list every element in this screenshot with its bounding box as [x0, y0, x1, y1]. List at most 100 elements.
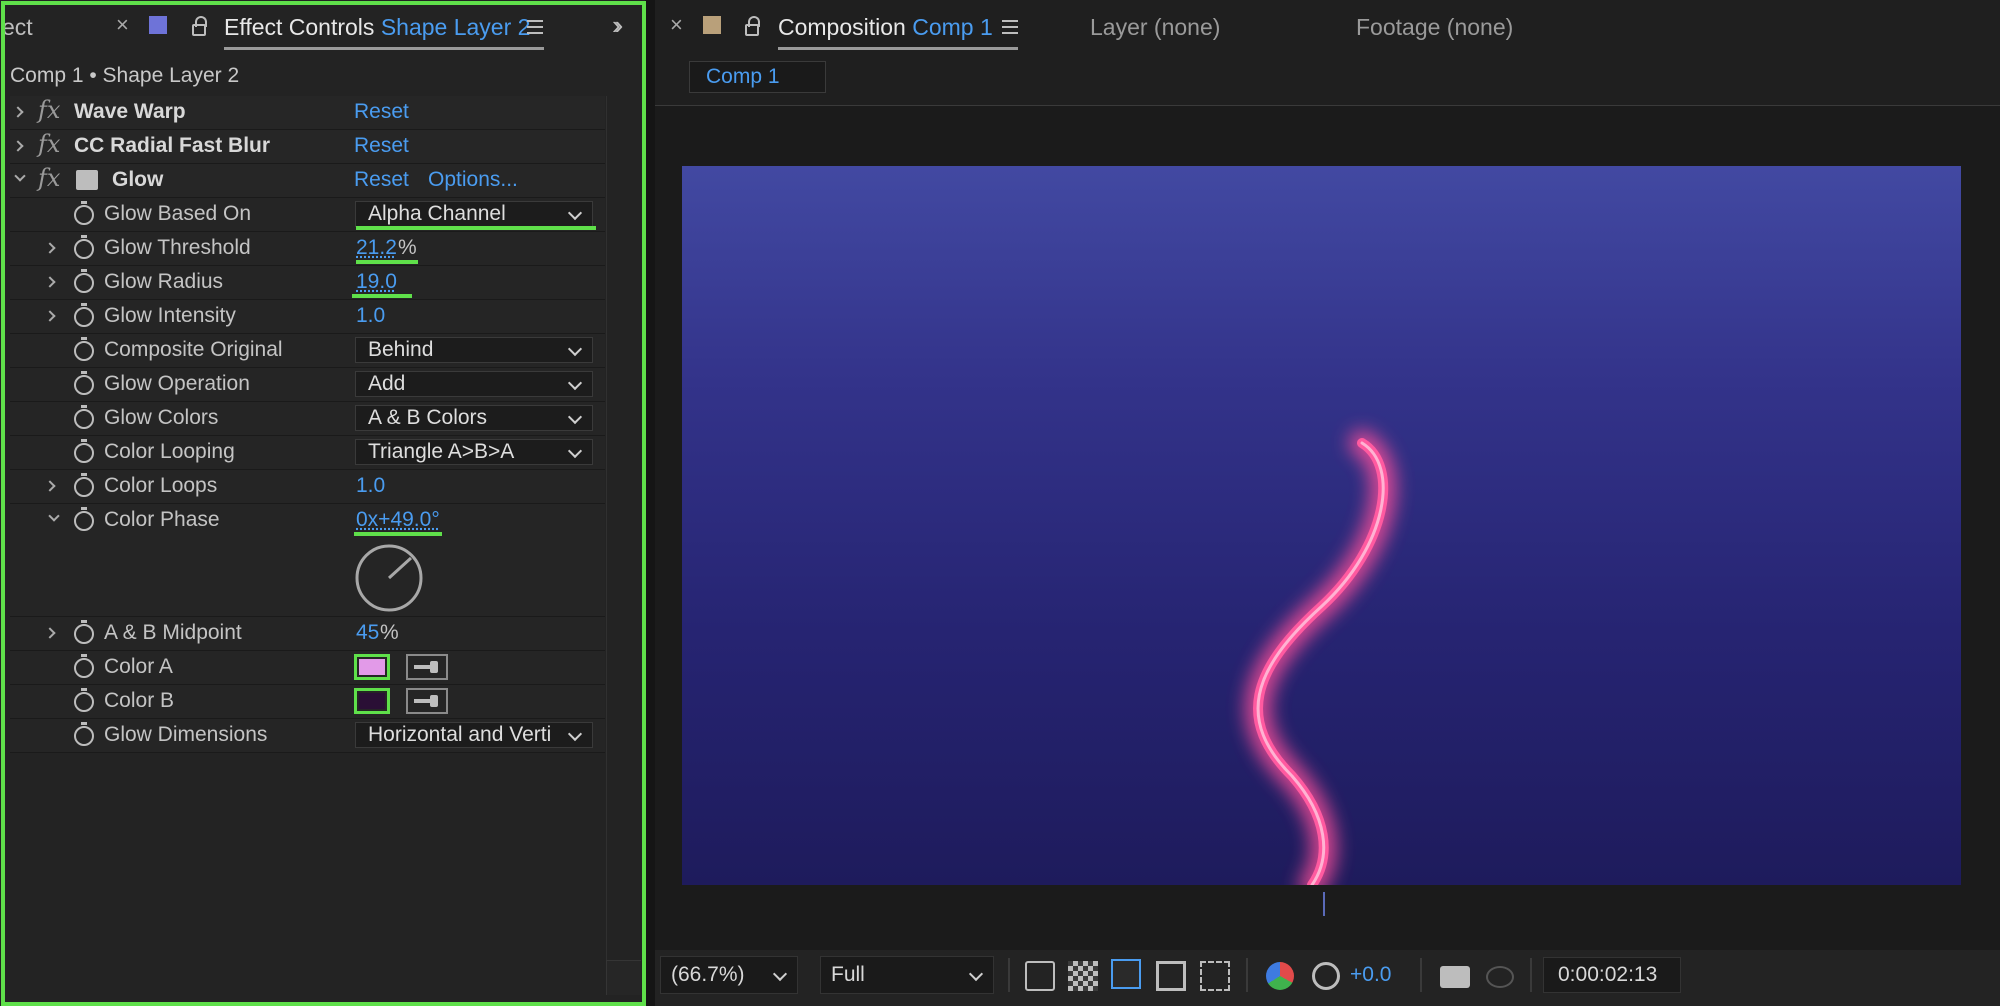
tab-layer-name: Shape Layer 2	[380, 14, 531, 40]
tab-layer[interactable]: Layer (none)	[1090, 14, 1220, 41]
stopwatch-icon[interactable]	[74, 337, 94, 361]
comp-navigator-button[interactable]: Comp 1	[689, 61, 826, 93]
stopwatch-icon[interactable]	[74, 688, 94, 712]
fx-icon[interactable]: fx	[38, 96, 60, 124]
stopwatch-icon[interactable]	[74, 722, 94, 746]
glow-operation-dropdown[interactable]: Add	[355, 371, 593, 397]
color-loops-value[interactable]: 1.0	[356, 474, 385, 498]
glow-based-on-dropdown[interactable]: Alpha Channel	[355, 201, 593, 227]
exposure-reset-icon[interactable]	[1312, 962, 1340, 990]
stopwatch-icon[interactable]	[74, 507, 94, 531]
chevron-down-icon	[567, 726, 583, 742]
channel-icon[interactable]	[1266, 962, 1294, 990]
expand-chevron-icon[interactable]	[44, 627, 56, 639]
glow-radius-value[interactable]: 19.0	[356, 270, 397, 294]
angle-dial[interactable]	[353, 542, 425, 614]
glow-intensity-value[interactable]: 1.0	[356, 304, 385, 328]
lock-icon[interactable]	[745, 16, 760, 36]
region-of-interest-icon[interactable]	[1156, 961, 1186, 991]
expand-chevron-icon[interactable]	[44, 310, 56, 322]
param-label: A & B Midpoint	[104, 621, 242, 644]
stopwatch-icon[interactable]	[74, 473, 94, 497]
snapshot-camera-icon[interactable]	[1440, 966, 1470, 988]
fx-icon[interactable]: fx	[38, 164, 60, 192]
param-label: Color Loops	[104, 474, 218, 497]
tab-comp-name: Comp 1	[912, 14, 993, 40]
color-b-swatch[interactable]	[354, 688, 390, 714]
expand-panels-icon[interactable]: ››	[612, 10, 624, 41]
eyedropper-icon[interactable]	[406, 654, 448, 680]
time-marker[interactable]	[1323, 892, 1325, 916]
expand-chevron-icon[interactable]	[12, 106, 24, 118]
expand-chevron-icon[interactable]	[44, 242, 56, 254]
reset-button[interactable]: Reset	[354, 100, 409, 124]
transparency-grid-icon[interactable]	[1068, 961, 1098, 991]
close-tab-icon[interactable]: ×	[116, 12, 129, 38]
color-looping-dropdown[interactable]: Triangle A>B>A	[355, 439, 593, 465]
collapse-chevron-icon[interactable]	[48, 510, 60, 522]
grid-guides-icon[interactable]	[1200, 961, 1230, 991]
current-time-display[interactable]: 0:00:02:13	[1543, 957, 1681, 993]
stopwatch-icon[interactable]	[74, 235, 94, 259]
effect-row-wave-warp[interactable]: fx Wave Warp Reset	[10, 96, 605, 130]
stopwatch-icon[interactable]	[74, 620, 94, 644]
panel-divider[interactable]	[645, 0, 655, 1006]
param-label: Glow Operation	[104, 372, 250, 395]
effect-name: Glow	[112, 168, 164, 191]
effect-row-cc-radial-fast-blur[interactable]: fx CC Radial Fast Blur Reset	[10, 130, 605, 164]
stopwatch-icon[interactable]	[74, 654, 94, 678]
composite-original-dropdown[interactable]: Behind	[355, 337, 593, 363]
reset-button[interactable]: Reset	[354, 168, 409, 192]
expand-chevron-icon[interactable]	[12, 140, 24, 152]
toolbar-separator	[1246, 958, 1248, 992]
color-phase-value[interactable]: 0x+49.0°	[356, 508, 440, 532]
highlight-underline	[356, 226, 596, 230]
dropdown-value: Horizontal and Verti	[368, 723, 552, 746]
resolution-dropdown[interactable]: Full	[820, 956, 994, 994]
composition-canvas[interactable]	[682, 166, 1961, 885]
color-a-swatch[interactable]	[354, 654, 390, 680]
glow-colors-dropdown[interactable]: A & B Colors	[355, 405, 593, 431]
zoom-dropdown[interactable]: (66.7%)	[660, 956, 798, 994]
active-tab-underline	[778, 47, 1018, 50]
tab-composition[interactable]: Composition Comp 1	[778, 14, 993, 41]
left-tab-bar: ect × Effect Controls Shape Layer 2 ››	[0, 0, 645, 55]
fx-icon[interactable]: fx	[38, 130, 60, 158]
highlight-underline	[354, 532, 442, 536]
stopwatch-icon[interactable]	[74, 303, 94, 327]
expand-chevron-icon[interactable]	[44, 276, 56, 288]
show-snapshot-icon[interactable]	[1486, 966, 1514, 988]
collapse-chevron-icon[interactable]	[14, 170, 26, 182]
glow-curve-graphic	[1245, 430, 1397, 885]
param-label: Color Looping	[104, 440, 235, 463]
param-label: Glow Dimensions	[104, 723, 268, 746]
stopwatch-icon[interactable]	[74, 439, 94, 463]
param-color-a: Color A	[10, 651, 605, 685]
tab-effect-controls[interactable]: Effect Controls Shape Layer 2	[224, 14, 530, 41]
scrollbar-track[interactable]	[606, 96, 607, 994]
expand-chevron-icon[interactable]	[44, 480, 56, 492]
param-label: Glow Based On	[104, 202, 252, 225]
stopwatch-icon[interactable]	[74, 371, 94, 395]
stopwatch-icon[interactable]	[74, 405, 94, 429]
tab-footage[interactable]: Footage (none)	[1356, 14, 1513, 41]
panel-menu-icon[interactable]	[527, 20, 543, 34]
panel-menu-icon[interactable]	[1002, 20, 1018, 34]
prev-tab-label[interactable]: ect	[2, 14, 33, 41]
exposure-value[interactable]: +0.0	[1350, 963, 1391, 987]
breadcrumb: Comp 1 • Shape Layer 2	[10, 64, 240, 87]
mask-visibility-icon[interactable]	[1111, 959, 1141, 989]
options-button[interactable]: Options...	[428, 168, 518, 192]
stopwatch-icon[interactable]	[74, 201, 94, 225]
eyedropper-icon[interactable]	[406, 688, 448, 714]
lock-icon[interactable]	[192, 16, 207, 36]
close-tab-icon[interactable]: ×	[670, 12, 683, 38]
glow-dimensions-dropdown[interactable]: Horizontal and Verti	[355, 722, 593, 748]
ab-midpoint-value[interactable]: 45	[356, 621, 379, 645]
percent-unit: %	[398, 236, 417, 259]
fast-previews-icon[interactable]	[1025, 961, 1055, 991]
glow-threshold-value[interactable]: 21.2	[356, 236, 397, 260]
effect-row-glow[interactable]: fx Glow Reset Options...	[10, 164, 605, 198]
reset-button[interactable]: Reset	[354, 134, 409, 158]
stopwatch-icon[interactable]	[74, 269, 94, 293]
